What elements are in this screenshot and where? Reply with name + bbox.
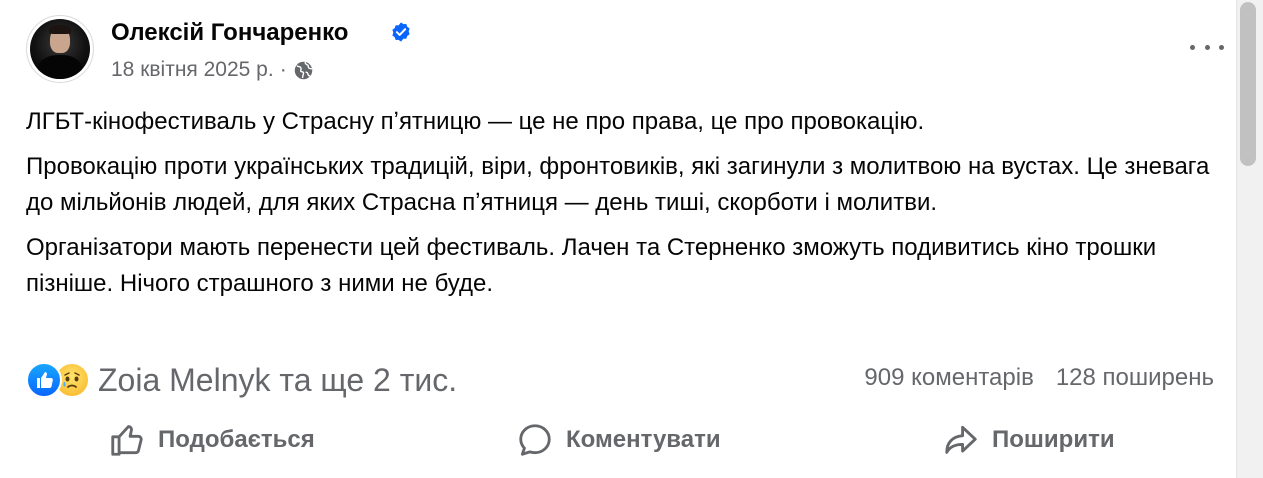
action-bar: Подобається Коментувати Поширити [0,414,1236,466]
avatar-photo [30,19,90,79]
comments-count[interactable]: 909 коментарів [864,364,1033,392]
author-avatar[interactable] [26,15,94,83]
post-meta: 18 квітня 2025 р. · [111,57,314,83]
like-label: Подобається [158,426,315,453]
like-reaction-icon [26,362,62,398]
more-options-icon[interactable] [1190,38,1224,56]
comment-bubble-icon [519,424,551,456]
share-button[interactable]: Поширити [942,414,1115,466]
shares-count[interactable]: 128 поширень [1056,364,1214,392]
like-button[interactable]: Подобається [108,414,315,466]
post-paragraph: Провокацію проти українських традицій, в… [26,153,1210,216]
globe-icon [294,61,312,79]
comment-label: Коментувати [566,426,721,453]
post-stats: 909 коментарів 128 поширень [864,362,1214,394]
reactions-summary[interactable]: Zoia Melnyk та ще 2 тис. [26,362,457,398]
share-arrow-icon [945,425,977,454]
reactions-text[interactable]: Zoia Melnyk та ще 2 тис. [98,362,457,399]
thumbs-up-icon [111,425,143,456]
verified-badge-icon [392,22,410,42]
post-paragraph: ЛГБТ-кінофестиваль у Страсну пʼятницю — … [26,108,925,135]
share-label: Поширити [992,426,1115,453]
author-name[interactable]: Олексій Гончаренко [111,19,348,47]
scrollbar-thumb[interactable] [1240,2,1256,166]
post-text: ЛГБТ-кінофестиваль у Страсну пʼятницю — … [26,104,1226,311]
meta-separator: · [279,58,287,81]
post-date[interactable]: 18 квітня 2025 р. [111,58,274,82]
comment-button[interactable]: Коментувати [516,414,721,466]
post-paragraph: Організатори мають перенести цей фестива… [26,234,1157,297]
facebook-post: Олексій Гончаренко 18 квітня 2025 р. · Л… [0,0,1236,478]
